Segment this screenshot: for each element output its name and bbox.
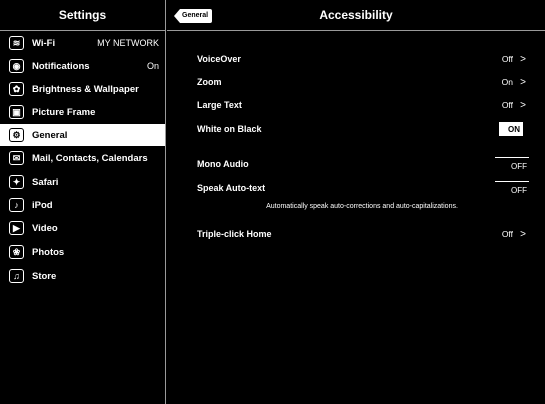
speak-auto-text-toggle[interactable]: OFF xyxy=(495,181,529,195)
brightness-wallpaper-icon: ✿ xyxy=(9,82,24,96)
sidebar-item-general[interactable]: ⚙ General xyxy=(0,124,165,146)
sidebar-item-label: Store xyxy=(32,270,57,282)
sidebar-item-video[interactable]: ▶ Video xyxy=(0,217,165,239)
sidebar-item-photos[interactable]: ❀ Photos xyxy=(0,241,165,263)
mail-icon: ✉ xyxy=(9,151,24,165)
sidebar-item-label: Wi-Fi xyxy=(32,37,56,49)
speak-auto-text-row: Speak Auto-text OFF xyxy=(197,179,529,197)
compass-icon: ✦ xyxy=(9,175,24,189)
row-label: Triple-click Home xyxy=(197,229,272,239)
voiceover-row[interactable]: VoiceOver Off > xyxy=(197,50,527,68)
row-label: Mono Audio xyxy=(197,159,249,169)
back-button[interactable]: General xyxy=(174,9,213,23)
video-icon: ▶ xyxy=(9,221,24,235)
row-value: On xyxy=(501,77,513,87)
chevron-right-icon: > xyxy=(520,99,526,111)
sidebar-item-label: Photos xyxy=(32,246,65,258)
photos-icon: ❀ xyxy=(9,245,24,259)
sidebar-item-mail-contacts-calendars[interactable]: ✉ Mail, Contacts, Calendars xyxy=(0,147,165,169)
page-title: Accessibility xyxy=(319,8,393,22)
sidebar-item-store[interactable]: ♫ Store xyxy=(0,265,165,287)
sidebar-item-value: MY NETWORK xyxy=(97,38,159,48)
chevron-right-icon: > xyxy=(520,53,526,65)
sidebar-item-picture-frame[interactable]: ▣ Picture Frame xyxy=(0,101,165,123)
ipod-icon: ♪ xyxy=(9,198,24,212)
row-label: Large Text xyxy=(197,100,242,110)
settings-sidebar: Settings ≋ Wi-Fi MY NETWORK ◉ Notificati… xyxy=(0,0,166,404)
row-label: VoiceOver xyxy=(197,54,241,64)
white-on-black-row: White on Black ON xyxy=(197,120,529,138)
gear-icon: ⚙ xyxy=(9,128,24,142)
notifications-icon: ◉ xyxy=(9,59,24,73)
sidebar-item-label: Safari xyxy=(32,176,59,188)
wifi-icon: ≋ xyxy=(9,36,24,50)
sidebar-title: Settings xyxy=(0,0,165,31)
row-label: White on Black xyxy=(197,124,262,134)
accessibility-pane: General Accessibility VoiceOver Off > Zo… xyxy=(167,0,545,404)
sidebar-item-value: On xyxy=(146,61,159,71)
sidebar-item-wifi[interactable]: ≋ Wi-Fi MY NETWORK xyxy=(0,32,165,54)
sidebar-item-notifications[interactable]: ◉ Notifications On xyxy=(0,55,165,77)
triple-click-home-row[interactable]: Triple-click Home Off > xyxy=(197,225,527,243)
row-label: Zoom xyxy=(197,77,222,87)
sidebar-item-ipod[interactable]: ♪ iPod xyxy=(0,194,165,216)
sidebar-item-label: Picture Frame xyxy=(32,106,96,118)
sidebar-item-label: Mail, Contacts, Calendars xyxy=(32,152,148,164)
picture-frame-icon: ▣ xyxy=(9,105,24,119)
sidebar-item-label: Notifications xyxy=(32,60,90,72)
row-value: Off xyxy=(501,100,513,110)
detail-header: General Accessibility xyxy=(167,0,545,31)
row-value: Off xyxy=(501,54,513,64)
zoom-row[interactable]: Zoom On > xyxy=(197,73,527,91)
row-label: Speak Auto-text xyxy=(197,183,266,193)
sidebar-item-label: General xyxy=(32,129,68,141)
sidebar-item-safari[interactable]: ✦ Safari xyxy=(0,171,165,193)
sidebar-item-label: Video xyxy=(32,222,58,234)
mono-audio-toggle[interactable]: OFF xyxy=(495,157,529,171)
chevron-right-icon: > xyxy=(520,76,526,88)
large-text-row[interactable]: Large Text Off > xyxy=(197,96,527,114)
sidebar-item-brightness-wallpaper[interactable]: ✿ Brightness & Wallpaper xyxy=(0,78,165,100)
speak-auto-text-note: Automatically speak auto-corrections and… xyxy=(266,203,458,210)
sidebar-item-label: iPod xyxy=(32,199,53,211)
chevron-right-icon: > xyxy=(520,228,526,240)
store-icon: ♫ xyxy=(9,269,24,283)
white-on-black-toggle[interactable]: ON xyxy=(499,122,529,136)
sidebar-item-label: Brightness & Wallpaper xyxy=(32,83,139,95)
mono-audio-row: Mono Audio OFF xyxy=(197,155,529,173)
row-value: Off xyxy=(501,229,513,239)
